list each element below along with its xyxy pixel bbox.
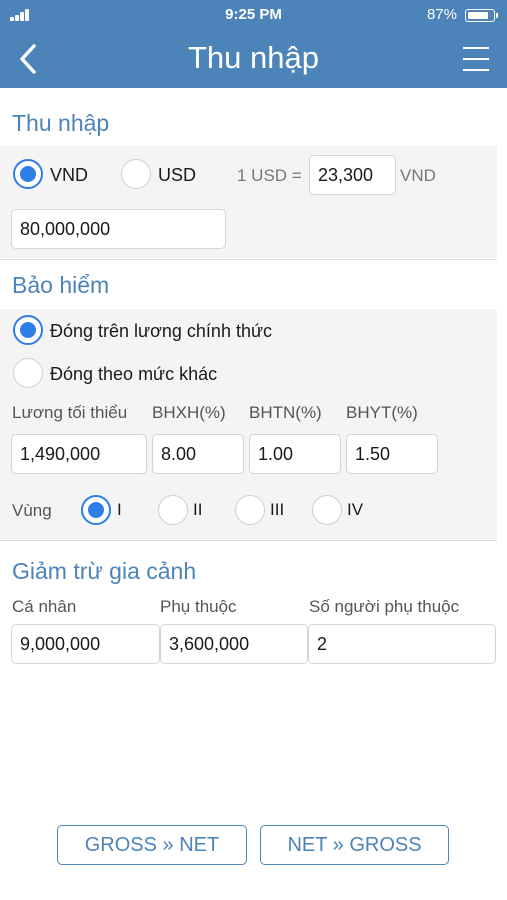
region-label-iv: IV	[347, 500, 364, 519]
status-bar: 9:25 PM 87%	[0, 0, 507, 30]
bhyt-input[interactable]: 1.50	[346, 434, 438, 474]
income-amount-input[interactable]: 80,000,000	[11, 209, 226, 249]
currency-label-vnd: VND	[50, 165, 89, 185]
app-header: 9:25 PM 87% Thu nhập	[0, 0, 507, 88]
gross-to-net-button[interactable]: GROSS » NET	[57, 825, 247, 865]
region-label: Vùng	[12, 501, 52, 520]
divider	[0, 540, 497, 541]
personal-deduction-label: Cá nhân	[12, 597, 77, 616]
dependent-count-input[interactable]: 2	[308, 624, 496, 664]
page-title: Thu nhập	[188, 40, 319, 75]
exchange-rate-input[interactable]: 23,300	[309, 155, 396, 195]
currency-label-usd: USD	[158, 165, 197, 185]
currency-radio-vnd[interactable]	[13, 159, 43, 189]
region-label-iii: III	[270, 500, 285, 519]
bhyt-label: BHYT(%)	[346, 403, 418, 422]
insurance-section-title: Bảo hiểm	[12, 272, 110, 298]
region-radio-iv[interactable]	[312, 495, 342, 525]
exchange-rate-prefix: 1 USD =	[237, 166, 302, 185]
exchange-rate-suffix: VND	[400, 166, 436, 185]
region-label-ii: II	[193, 500, 203, 519]
insurance-label-official-salary: Đóng trên lương chính thức	[50, 321, 273, 341]
region-radio-i[interactable]	[81, 495, 111, 525]
bhtn-label: BHTN(%)	[249, 403, 322, 422]
dependent-deduction-input[interactable]: 3,600,000	[160, 624, 308, 664]
divider	[0, 259, 497, 260]
insurance-label-custom-level: Đóng theo mức khác	[50, 364, 218, 384]
battery-percent: 87%	[426, 6, 457, 23]
battery-icon	[465, 9, 498, 22]
personal-deduction-input[interactable]: 9,000,000	[11, 624, 160, 664]
min-wage-label: Lương tối thiểu	[12, 403, 128, 422]
region-label-i: I	[117, 500, 122, 519]
income-section-title: Thu nhập	[12, 110, 110, 136]
net-to-gross-button[interactable]: NET » GROSS	[260, 825, 449, 865]
bhxh-input[interactable]: 8.00	[152, 434, 244, 474]
insurance-radio-custom-level[interactable]	[13, 358, 43, 388]
currency-radio-usd[interactable]	[121, 159, 151, 189]
region-radio-ii[interactable]	[158, 495, 188, 525]
dependent-deduction-label: Phụ thuộc	[160, 597, 237, 616]
deduction-section-title: Giảm trừ gia cảnh	[12, 558, 197, 584]
dependent-count-label: Số người phụ thuộc	[309, 597, 460, 616]
insurance-radio-official-salary[interactable]	[13, 315, 43, 345]
region-radio-iii[interactable]	[235, 495, 265, 525]
bhtn-input[interactable]: 1.00	[249, 434, 341, 474]
min-wage-input[interactable]: 1,490,000	[11, 434, 147, 474]
menu-button[interactable]	[463, 45, 489, 73]
bhxh-label: BHXH(%)	[152, 403, 226, 422]
hamburger-menu-icon	[463, 47, 489, 49]
